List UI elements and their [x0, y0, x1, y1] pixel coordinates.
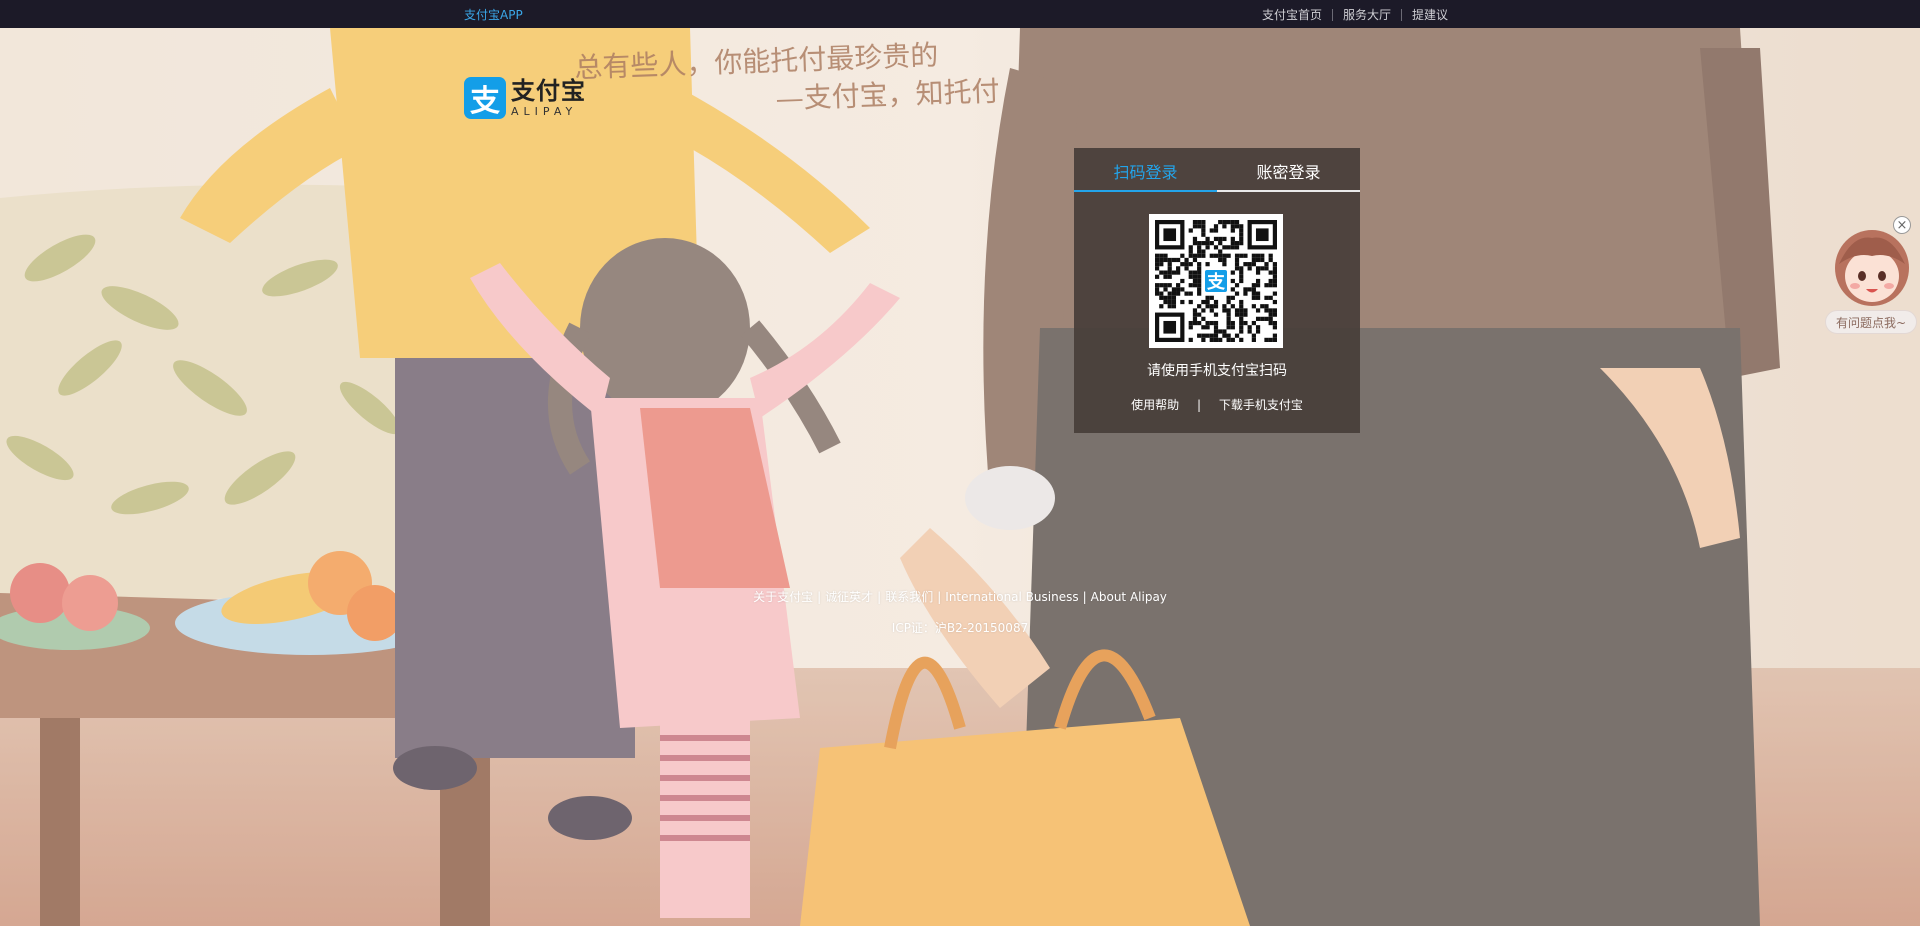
background-illustration: [0, 28, 1920, 926]
slogan: 总有些人，你能托付最珍贵的 —支付宝，知托付: [574, 35, 1000, 126]
login-panel: 扫码登录 账密登录 支 请使用手机支付宝扫码 使用帮助 | 下载手机支付宝: [1074, 148, 1360, 433]
footer-divider: |: [877, 590, 882, 604]
link-separator: |: [1196, 398, 1202, 412]
login-qr-code[interactable]: 支: [1149, 214, 1283, 348]
nav-service-hall-link[interactable]: 服务大厅: [1343, 6, 1391, 23]
footer: 关于支付宝 | 诚征英才 | 联系我们 | International Business | A…: [0, 588, 1920, 636]
footer-link-about[interactable]: 关于支付宝: [753, 590, 813, 604]
logo-text-en: ALIPAY: [511, 105, 578, 118]
alipay-logo[interactable]: 支 支付宝 ALIPAY: [464, 77, 586, 119]
qr-links: 使用帮助 | 下载手机支付宝: [1074, 396, 1360, 413]
alipay-app-link[interactable]: 支付宝APP: [464, 6, 523, 23]
help-link[interactable]: 使用帮助: [1131, 398, 1179, 412]
alipay-logo-icon: 支: [464, 77, 506, 119]
qr-center-logo-icon: 支: [1203, 268, 1229, 294]
login-tabs: 扫码登录 账密登录: [1074, 148, 1360, 192]
footer-divider: |: [1082, 590, 1087, 604]
footer-link-contact[interactable]: 联系我们: [885, 590, 933, 604]
logo-text: 支付宝 ALIPAY: [511, 79, 586, 117]
active-tab-indicator: [1074, 190, 1217, 192]
nav-feedback-link[interactable]: 提建议: [1412, 6, 1448, 23]
download-app-link[interactable]: 下载手机支付宝: [1219, 398, 1303, 412]
qr-scan-hint: 请使用手机支付宝扫码: [1147, 363, 1287, 379]
footer-link-careers[interactable]: 诚征英才: [825, 590, 873, 604]
footer-divider: |: [817, 590, 822, 604]
footer-links: 关于支付宝 | 诚征英才 | 联系我们 | International Business | A…: [0, 588, 1920, 605]
nav-home-link[interactable]: 支付宝首页: [1262, 6, 1322, 23]
footer-divider: |: [937, 590, 942, 604]
assistant-avatar: [1835, 230, 1909, 306]
footer-link-about-alipay[interactable]: About Alipay: [1091, 590, 1167, 604]
icp-license: ICP证：沪B2-20150087: [891, 621, 1029, 635]
nav-divider: [1400, 8, 1402, 21]
top-bar: 支付宝APP 支付宝首页 服务大厅 提建议: [0, 0, 1920, 28]
help-bubble[interactable]: 有问题点我~: [1825, 310, 1917, 334]
tab-qr-login[interactable]: 扫码登录: [1074, 148, 1217, 192]
footer-link-international[interactable]: International Business: [945, 590, 1078, 604]
nav-divider: [1331, 8, 1333, 21]
tab-password-login[interactable]: 账密登录: [1217, 148, 1360, 192]
logo-text-cn: 支付宝: [511, 77, 586, 105]
top-nav: 支付宝首页 服务大厅 提建议: [1262, 6, 1448, 23]
help-assistant-widget[interactable]: × 有问题点我~: [1823, 214, 1920, 338]
